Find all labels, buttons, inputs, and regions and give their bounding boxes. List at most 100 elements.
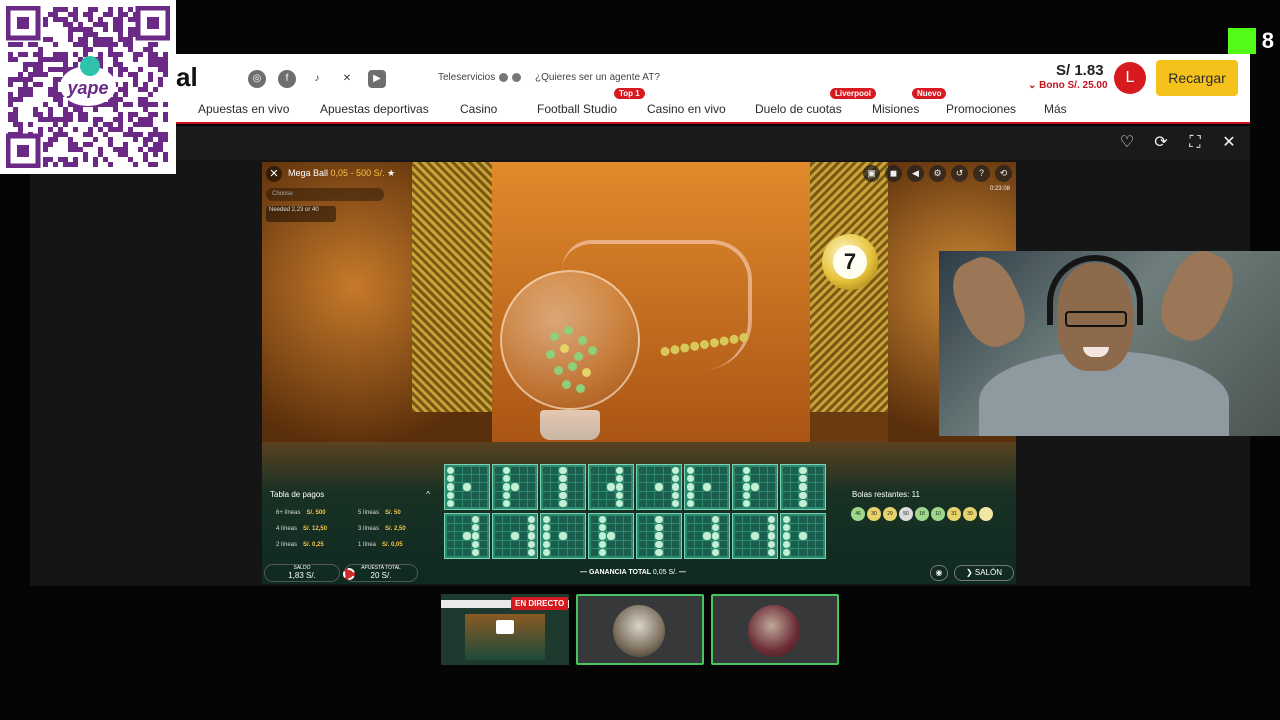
remaining-balls-label: Bolas restantes: 11 [852,490,920,499]
x-icon[interactable]: ✕ [338,70,356,88]
bingo-cards[interactable] [444,464,834,560]
webcam-glasses [1065,311,1127,327]
qr-code-icon: yape [6,6,170,168]
close-icon[interactable]: ✕ [1220,134,1238,152]
remaining-ball: 18 [915,507,929,521]
agent-link[interactable]: ¿Quieres ser un agente AT? [535,72,660,83]
paytable: Tabla de pagos ^ 6+ líneas S/. 500 5 líne… [266,488,436,556]
youtube-icon[interactable]: ▶ [368,70,386,88]
nav-misiones[interactable]: Nuevo Misiones [872,88,947,116]
game-frame-toolbar: ♡ ⟳ ⛶ ✕ [176,126,1250,160]
paytable-row: 4 líneas S/. 12,50 [276,526,328,532]
nav-apuestas-en-vivo[interactable]: Apuestas en vivo [198,102,289,116]
paytable-row: 5 líneas S/. 50 [358,510,401,516]
remaining-ball [979,507,993,521]
drum-balls [540,322,610,402]
game-title: Mega Ball 0,05 - 500 S/. ★ [288,168,395,179]
recargar-button[interactable]: Recargar [1156,60,1238,96]
bingo-card [588,464,634,510]
kick-viewers: 8 [1227,28,1274,54]
paytable-row: 6+ líneas S/. 500 [276,510,326,516]
monitor-icon [496,620,514,634]
bono-label: Bono S/. 25.00 [1039,80,1108,91]
drum-stand [540,410,600,440]
fullscreen-icon[interactable]: ⛶ [1186,134,1204,152]
nav-football-studio[interactable]: Top 1 Football Studio [537,88,645,116]
eye-icon[interactable]: ◉ [930,565,948,581]
participant-thumb-3[interactable] [711,594,839,665]
bono-balance[interactable]: ⌄ Bono S/. 25.00 [1028,80,1108,91]
saldo-value: 1,83 S/. [288,571,316,580]
nav-promociones[interactable]: Promociones [946,102,1016,116]
bingo-card [780,464,826,510]
game-bottom-bar: SALDO 1,83 S/. APUESTA TOTAL 20 S/. — GA… [262,562,1016,584]
user-avatar[interactable]: L [1114,62,1146,94]
bingo-card [684,464,730,510]
history-icon[interactable]: ↺ [951,165,968,182]
bingo-card [732,464,778,510]
bingo-card [540,464,586,510]
kick-logo-icon [1227,28,1256,54]
yape-label: yape [66,78,108,98]
nav-apuestas-deportivas[interactable]: Apuestas deportivas [320,102,429,116]
bingo-card [444,464,490,510]
bingo-card [780,513,826,559]
mega-ball-game[interactable]: 7 ✕ Mega Ball 0,05 - 500 S/. ★ ▣ ◼ ◀ ⚙ ↺… [262,162,1016,584]
drawn-ball-number: 7 [833,245,867,279]
participant-thumb-2[interactable] [576,594,704,665]
nav-casino-en-vivo[interactable]: Casino en vivo [647,102,726,116]
salon-button[interactable]: ❯ SALÓN [954,565,1014,581]
facebook-icon[interactable]: f [278,70,296,88]
settings-icon[interactable]: ⚙ [929,165,946,182]
participant-avatar [613,605,665,657]
paytable-row: 1 línea S/. 0,05 [358,542,403,548]
chat-icon[interactable]: ▣ [863,165,880,182]
paytable-row: 2 líneas S/. 0,25 [276,542,324,548]
bingo-card [636,513,682,559]
nav-duelo-de-cuotas[interactable]: Liverpool Duelo de cuotas [755,88,877,116]
nav-mas[interactable]: Más [1044,102,1067,116]
site-header: al ◎ f ♪ ✕ ▶ Teleservicios ¿Quieres ser … [176,54,1250,124]
video-icon[interactable]: ◼ [885,165,902,182]
help-icon[interactable]: ? [973,165,990,182]
bingo-card [636,464,682,510]
apuesta-box[interactable]: APUESTA TOTAL 20 S/. [343,564,418,582]
stream-canvas: al ◎ f ♪ ✕ ▶ Teleservicios ¿Quieres ser … [0,0,1280,720]
yape-qr-code: yape [0,0,176,174]
ganancia-total: — GANANCIA TOTAL 0,05 S/. — [580,569,686,576]
game-topbar: ✕ Mega Ball 0,05 - 500 S/. ★ ▣ ◼ ◀ ⚙ ↺ ?… [262,162,1016,186]
teleservicios-link[interactable]: Teleservicios [438,72,522,83]
lobby-icon[interactable]: ⟲ [995,165,1012,182]
chevron-up-icon[interactable]: ^ [426,490,430,499]
star-icon[interactable]: ★ [387,168,395,178]
needed-info: Needed 2,23 or 40 [266,206,336,222]
game-name: Mega Ball [288,168,329,178]
participant-thumb-screen[interactable]: EN DIRECTO [441,594,569,665]
bingo-card [588,513,634,559]
chat-input[interactable]: Choose [266,188,384,201]
bingo-card [492,513,538,559]
viewer-count: 8 [1261,28,1274,53]
heart-icon[interactable]: ♡ [1118,134,1136,152]
live-badge: EN DIRECTO [511,597,569,610]
bingo-card [492,464,538,510]
ganancia-value: 0,05 S/. [652,569,678,576]
nav-football-studio-label: Football Studio [537,102,618,116]
remaining-ball: 50 [899,507,913,521]
game-timer: 0:23:08 [989,186,1010,192]
top1-badge: Top 1 [614,88,645,99]
webcam-hand-left [942,251,1036,356]
volume-icon[interactable]: ◀ [907,165,924,182]
bet-range: 0,05 - 500 S/. [330,168,385,178]
phone-icon[interactable] [512,73,522,82]
instagram-icon[interactable]: ◎ [248,70,266,88]
whatsapp-icon[interactable] [499,73,509,82]
saldo-box: SALDO 1,83 S/. [264,564,340,582]
brand-logo[interactable]: al [176,62,198,93]
refresh-icon[interactable]: ⟳ [1152,134,1170,152]
game-close-icon[interactable]: ✕ [266,166,282,182]
nav-casino[interactable]: Casino [460,102,497,116]
game-controls: ▣ ◼ ◀ ⚙ ↺ ? ⟲ [863,165,1012,182]
tiktok-icon[interactable]: ♪ [308,70,326,88]
remaining-balls: 46 30 29 50 18 10 31 39 [851,507,993,521]
